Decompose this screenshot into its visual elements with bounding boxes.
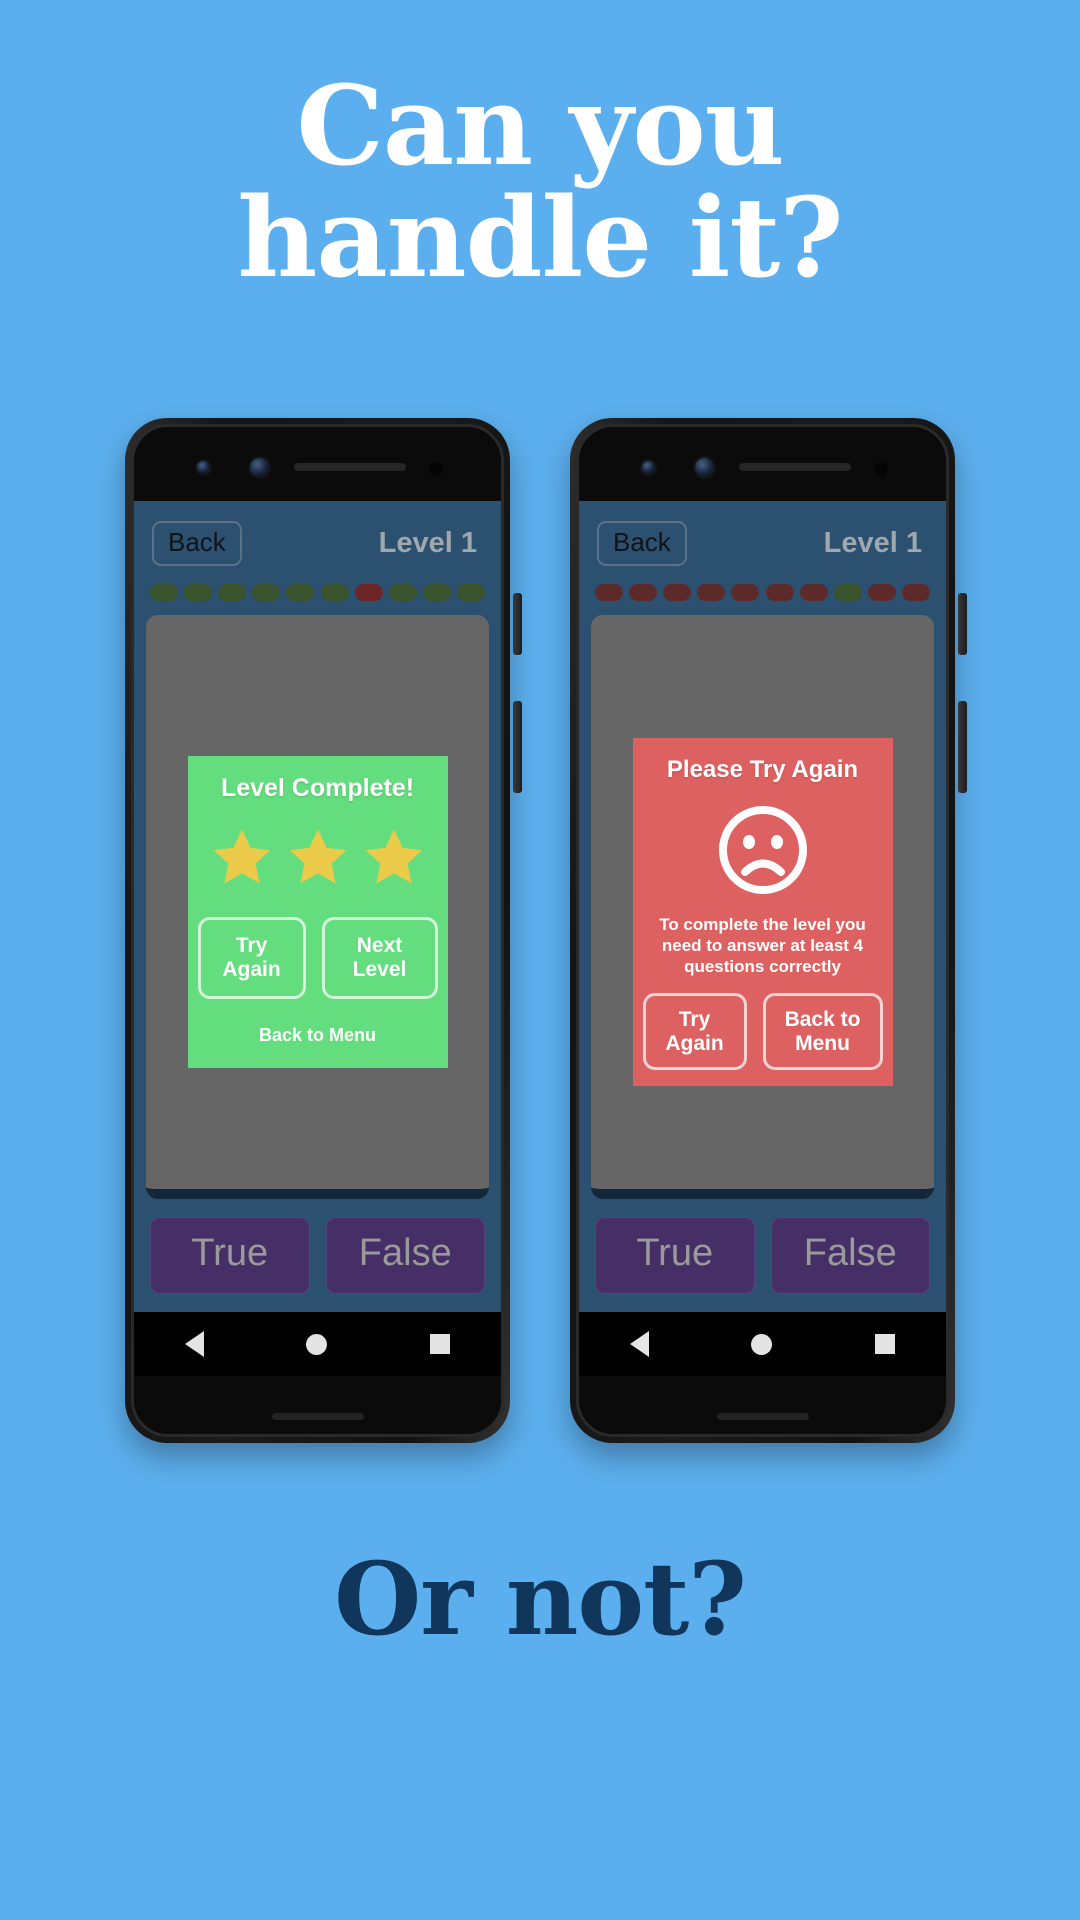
progress-dot — [388, 584, 417, 601]
star-icon — [365, 829, 422, 884]
progress-dot — [320, 584, 349, 601]
try-again-button[interactable]: Try Again — [642, 993, 747, 1071]
android-nav-bar — [579, 1312, 946, 1376]
level-label: Level 1 — [823, 527, 922, 559]
bottom-bezel — [134, 1376, 501, 1434]
false-button[interactable]: False — [770, 1217, 930, 1294]
dialog-buttons: Try Again Next Level — [197, 917, 438, 999]
footline: Or not? — [334, 1540, 747, 1658]
level-label: Level 1 — [378, 527, 477, 559]
progress-dot — [184, 584, 213, 601]
progress-dot — [663, 584, 692, 601]
volume-button[interactable] — [513, 701, 522, 793]
camera-icon — [197, 461, 210, 474]
speaker-grille-icon — [716, 1413, 809, 1420]
false-button[interactable]: False — [325, 1217, 485, 1294]
answer-buttons: True False — [146, 1199, 489, 1312]
back-to-menu-button[interactable]: Back to Menu — [762, 993, 883, 1071]
android-nav-bar — [134, 1312, 501, 1376]
bottom-bezel — [579, 1376, 946, 1434]
progress-dot — [354, 584, 383, 601]
camera-icon — [250, 458, 269, 477]
dialog-buttons: Try Again Back to Menu — [642, 993, 883, 1071]
nav-recent-icon[interactable] — [874, 1334, 895, 1354]
star-icon — [289, 829, 346, 884]
speaker-grille-icon — [294, 463, 406, 471]
answer-buttons: True False — [591, 1199, 934, 1312]
speaker-grille-icon — [271, 1413, 364, 1420]
top-bar: Back Level 1 — [146, 501, 489, 566]
sensor-icon — [429, 462, 443, 476]
app-screen: Back Level 1 Please Try Again To complet… — [579, 501, 946, 1312]
headline-line-2: handle it? — [237, 173, 843, 303]
sad-face-icon — [718, 805, 807, 894]
dialog-message: To complete the level you need to answer… — [659, 914, 866, 977]
progress-dot — [833, 584, 862, 601]
sensor-icon — [874, 462, 888, 476]
progress-dot — [595, 584, 623, 601]
camera-icon — [642, 461, 655, 474]
top-bezel — [579, 427, 946, 501]
nav-home-icon[interactable] — [306, 1333, 328, 1355]
app-screen: Back Level 1 Level Complete! Try Again N… — [134, 501, 501, 1312]
phone-fail: Back Level 1 Please Try Again To complet… — [570, 418, 967, 1443]
progress-dot — [697, 584, 726, 601]
progress-dot — [422, 584, 451, 601]
progress-dot — [456, 584, 485, 601]
top-bezel — [134, 427, 501, 501]
progress-dot — [629, 584, 658, 601]
nav-back-icon[interactable] — [185, 1331, 205, 1357]
progress-dot — [799, 584, 828, 601]
try-again-button[interactable]: Try Again — [197, 917, 306, 999]
volume-button[interactable] — [958, 701, 967, 793]
dialog-title: Level Complete! — [220, 774, 415, 803]
progress-dot — [901, 584, 930, 601]
power-button[interactable] — [513, 593, 522, 655]
speaker-grille-icon — [739, 463, 851, 471]
power-button[interactable] — [958, 593, 967, 655]
nav-back-icon[interactable] — [630, 1331, 650, 1357]
back-button[interactable]: Back — [152, 521, 242, 566]
progress-dot — [867, 584, 896, 601]
back-button[interactable]: Back — [597, 521, 687, 566]
next-level-button[interactable]: Next Level — [321, 917, 438, 999]
star-icon — [213, 829, 270, 884]
progress-dot — [252, 584, 281, 601]
headline: Can you handle it? — [0, 0, 1080, 294]
progress-dot — [150, 584, 178, 601]
phone-mockups: Back Level 1 Level Complete! Try Again N… — [0, 418, 1080, 1443]
quiz-panel: Please Try Again To complete the level y… — [591, 615, 934, 1199]
quiz-panel: Level Complete! Try Again Next Level Bac… — [146, 615, 489, 1199]
top-bar: Back Level 1 — [591, 501, 934, 566]
phone-success: Back Level 1 Level Complete! Try Again N… — [125, 418, 522, 1443]
true-button[interactable]: True — [595, 1217, 755, 1294]
headline-line-1: Can you — [296, 61, 784, 190]
progress-dot — [218, 584, 247, 601]
back-to-menu-link[interactable]: Back to Menu — [259, 1025, 376, 1046]
nav-home-icon[interactable] — [751, 1333, 773, 1355]
progress-indicator — [591, 566, 934, 601]
true-button[interactable]: True — [150, 1217, 310, 1294]
camera-icon — [695, 458, 714, 477]
star-rating — [198, 825, 438, 889]
progress-dot — [731, 584, 760, 601]
progress-dot — [286, 584, 315, 601]
progress-dot — [765, 584, 794, 601]
dialog-title: Please Try Again — [666, 755, 859, 783]
progress-indicator — [146, 566, 489, 601]
level-complete-dialog: Level Complete! Try Again Next Level Bac… — [187, 756, 448, 1068]
try-again-dialog: Please Try Again To complete the level y… — [632, 737, 893, 1087]
nav-recent-icon[interactable] — [429, 1334, 450, 1354]
